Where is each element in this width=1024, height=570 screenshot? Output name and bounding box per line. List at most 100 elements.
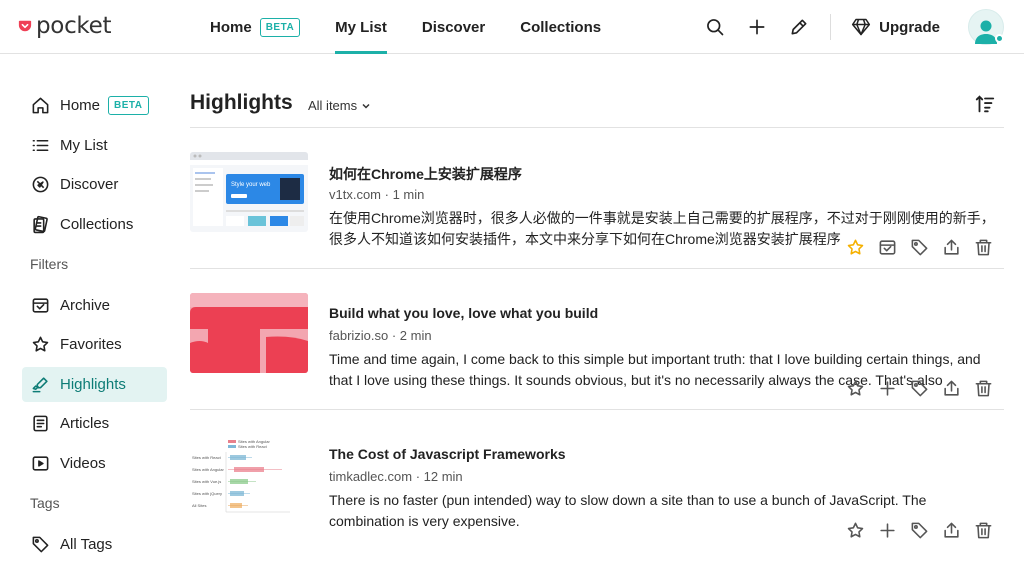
- collections-icon: [30, 214, 50, 234]
- sidebar-item-favorites[interactable]: Favorites: [22, 327, 167, 362]
- top-header: pocket Home BETA My List Discover Collec…: [0, 0, 1024, 54]
- sidebar-item-all-tags[interactable]: All Tags: [22, 527, 167, 562]
- chevron-down-icon: [362, 103, 370, 109]
- diamond-icon: [852, 18, 871, 36]
- sort-icon[interactable]: [974, 93, 996, 115]
- beta-badge: BETA: [108, 96, 149, 115]
- nav-my-list[interactable]: My List: [335, 0, 387, 54]
- filter-label: All items: [308, 98, 358, 113]
- nav-home-label: Home: [210, 18, 252, 36]
- tag-icon[interactable]: [909, 237, 930, 258]
- thumbnail-row-label: All Sites: [192, 503, 206, 508]
- add-icon[interactable]: [877, 378, 898, 399]
- item-meta[interactable]: fabrizio.so · 2 min: [329, 328, 432, 343]
- item-actions: [845, 520, 994, 541]
- sidebar-item-discover[interactable]: Discover: [22, 167, 167, 202]
- thumbnail-row-label: Sites with React: [192, 455, 222, 460]
- share-icon[interactable]: [941, 237, 962, 258]
- nav-discover[interactable]: Discover: [422, 0, 485, 54]
- list-header: Highlights All items: [190, 80, 1004, 128]
- thumbnail-row-label: Sites with Angular: [192, 467, 224, 472]
- logo-text: pocket: [36, 13, 112, 39]
- sidebar-item-home[interactable]: Home BETA: [22, 88, 167, 123]
- item-actions: [845, 378, 994, 399]
- sidebar-item-articles[interactable]: Articles: [22, 406, 167, 441]
- compass-icon: [30, 175, 50, 195]
- delete-icon[interactable]: [973, 237, 994, 258]
- sidebar-item-label: Highlights: [60, 375, 126, 393]
- page-title: Highlights: [190, 91, 293, 114]
- list-item[interactable]: Style your web 如何在Chrome上安装扩展程序 v1tx.com…: [190, 128, 1004, 269]
- header-divider: [830, 14, 832, 40]
- main-content: Highlights All items Style your web 如何在C…: [190, 80, 1004, 551]
- share-icon[interactable]: [941, 378, 962, 399]
- sidebar-item-highlights[interactable]: Highlights: [22, 366, 167, 402]
- thumbnail-caption: Style your web: [231, 182, 271, 188]
- upgrade-label: Upgrade: [879, 18, 940, 36]
- favorite-star-icon[interactable]: [845, 378, 866, 399]
- search-icon[interactable]: [704, 16, 726, 38]
- top-nav: Home BETA My List Discover Collections: [210, 0, 636, 54]
- sidebar-item-label: All Tags: [60, 535, 113, 553]
- sidebar-item-collections[interactable]: Collections: [22, 207, 167, 242]
- header-actions: Upgrade: [704, 0, 1024, 54]
- online-status-dot: [995, 34, 1004, 43]
- video-icon: [30, 453, 50, 473]
- item-meta[interactable]: v1tx.com · 1 min: [329, 187, 424, 202]
- delete-icon[interactable]: [973, 378, 994, 399]
- tag-icon[interactable]: [909, 378, 930, 399]
- beta-badge: BETA: [259, 17, 301, 37]
- sidebar-item-archive[interactable]: Archive: [22, 288, 167, 323]
- add-icon[interactable]: [877, 520, 898, 541]
- archive-icon: [30, 295, 50, 315]
- avatar[interactable]: [968, 9, 1004, 45]
- sidebar: Home BETA My List Discover Collections F…: [22, 88, 167, 566]
- nav-discover-label: Discover: [421, 18, 486, 36]
- item-meta[interactable]: timkadlec.com · 12 min: [329, 469, 463, 484]
- sidebar-item-label: Articles: [60, 415, 110, 432]
- highlighter-icon: [30, 374, 50, 394]
- sidebar-item-my-list[interactable]: My List: [22, 128, 167, 163]
- item-thumbnail[interactable]: Style your web: [190, 152, 308, 232]
- nav-collections[interactable]: Collections: [520, 0, 601, 54]
- star-icon: [30, 335, 50, 355]
- archive-icon[interactable]: [877, 237, 898, 258]
- nav-my-list-label: My List: [335, 18, 387, 36]
- sidebar-item-label: Discover: [60, 176, 119, 193]
- pocket-logo[interactable]: pocket: [18, 13, 111, 39]
- item-thumbnail[interactable]: [190, 293, 308, 373]
- upgrade-button[interactable]: Upgrade: [851, 17, 940, 37]
- plus-icon[interactable]: [746, 16, 768, 38]
- item-thumbnail[interactable]: Sites with Angular Sites with React Site…: [190, 434, 308, 514]
- item-title[interactable]: The Cost of Javascript Frameworks: [329, 446, 566, 462]
- sidebar-item-label: Videos: [60, 454, 106, 472]
- thumbnail-row-label: Sites with jQuery: [192, 491, 222, 496]
- article-icon: [30, 414, 50, 434]
- sidebar-item-label: Home: [60, 97, 101, 114]
- list-item[interactable]: Build what you love, love what you build…: [190, 269, 1004, 410]
- share-icon[interactable]: [941, 520, 962, 541]
- nav-home[interactable]: Home BETA: [210, 0, 301, 54]
- thumbnail-legend: Sites with React: [238, 444, 268, 449]
- sidebar-item-label: My List: [60, 136, 108, 154]
- item-title[interactable]: Build what you love, love what you build: [329, 305, 598, 321]
- pencil-icon[interactable]: [788, 16, 810, 38]
- list-icon: [30, 135, 50, 155]
- item-title[interactable]: 如何在Chrome上安装扩展程序: [329, 164, 522, 184]
- sidebar-item-label: Collections: [60, 215, 134, 233]
- sidebar-item-label: Favorites: [60, 336, 122, 353]
- favorite-star-icon[interactable]: [845, 520, 866, 541]
- thumbnail-row-label: Sites with Vue.js: [192, 479, 221, 484]
- filters-heading: Filters: [30, 255, 69, 272]
- favorite-star-icon[interactable]: [845, 237, 866, 258]
- tags-heading: Tags: [30, 494, 60, 511]
- item-actions: [845, 237, 994, 258]
- sidebar-item-videos[interactable]: Videos: [22, 446, 167, 481]
- tag-icon: [30, 534, 50, 554]
- nav-collections-label: Collections: [520, 18, 602, 36]
- items-filter-dropdown[interactable]: All items: [308, 98, 371, 113]
- home-icon: [30, 96, 50, 116]
- list-item[interactable]: Sites with Angular Sites with React Site…: [190, 410, 1004, 551]
- tag-icon[interactable]: [909, 520, 930, 541]
- delete-icon[interactable]: [973, 520, 994, 541]
